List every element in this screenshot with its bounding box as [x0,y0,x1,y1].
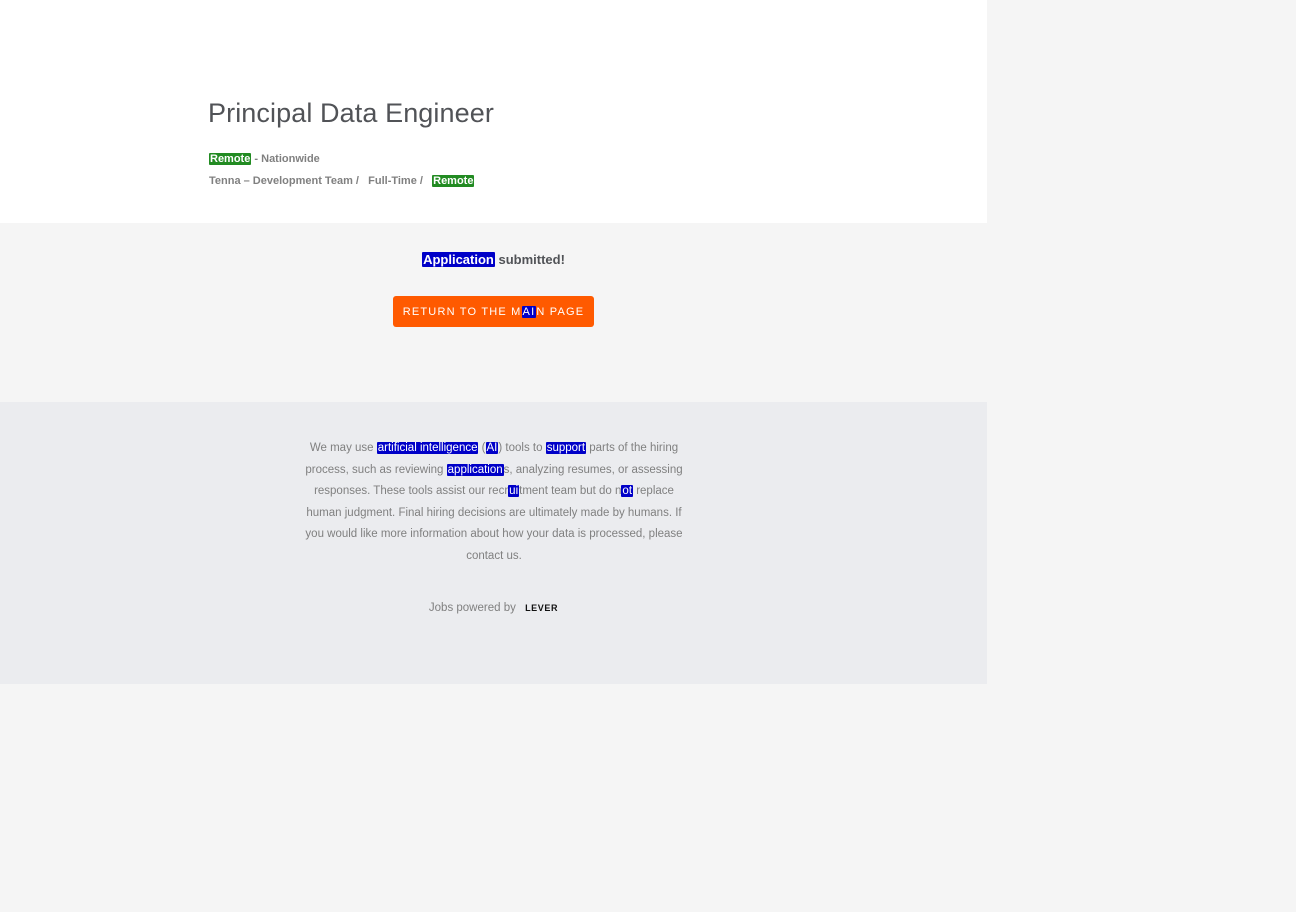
workplace-label: Remote [432,175,475,187]
page: Principal Data Engineer Remote - Nationw… [0,0,987,684]
submitted-message: Application submitted! [0,252,987,267]
posting-header: Principal Data Engineer Remote - Nationw… [0,0,987,223]
disclaimer-highlight: ui [508,485,520,497]
disclaimer-highlight: AI [485,442,499,454]
powered-by: Jobs powered by LEVER [0,602,987,614]
location-highlight: Remote [209,153,252,165]
page-footer: We may use artificial intelligence (AI) … [0,402,987,684]
lever-logo[interactable]: LEVER [525,603,558,613]
button-label-end: N PAGE [536,305,585,318]
submitted-text: submitted! [494,252,565,267]
return-main-page-button[interactable]: RETURN TO THE MAIN PAGE [393,296,594,327]
categories-line: Tenna – Development Team / Full-Time / R… [209,175,475,187]
disclaimer-text: tment team but do n [519,485,622,497]
button-label-start: RETURN TO THE M [402,305,522,318]
disclaimer-text: ) tools to [498,442,546,454]
location-line: Remote - Nationwide [209,153,320,165]
disclaimer-highlight: artificial intelligence [376,442,479,454]
disclaimer-highlight: support [545,442,587,454]
submitted-highlight: Application [422,252,495,267]
posting-title: Principal Data Engineer [208,98,494,128]
button-label-highlight: AI [521,305,537,318]
ai-disclaimer: We may use artificial intelligence (AI) … [305,438,683,567]
disclaimer-text: We may use [309,442,377,454]
disclaimer-highlight: application [446,463,504,476]
commitment-label: Full-Time / [368,175,423,187]
disclaimer-highlight: ot [621,485,634,497]
confirmation-section: Application submitted! RETURN TO THE MAI… [0,223,987,402]
location-text: - Nationwide [251,153,320,165]
team-label: Tenna – Development Team / [209,175,359,187]
powered-by-text: Jobs powered by [428,602,516,614]
disclaimer-text: ( [478,442,486,454]
